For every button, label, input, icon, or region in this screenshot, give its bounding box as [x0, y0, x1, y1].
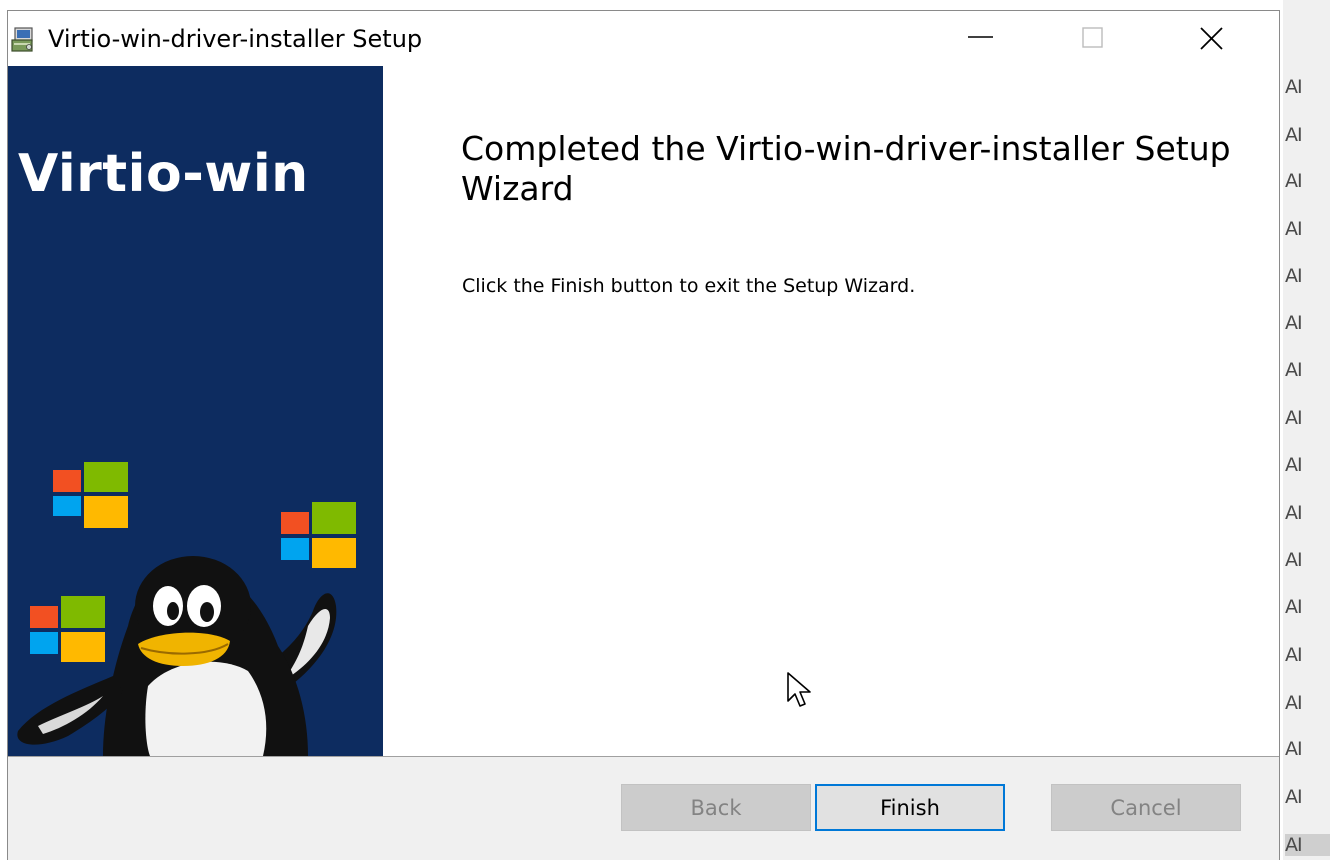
background-list-item: AI [1285, 692, 1303, 714]
background-list-item: AI [1285, 502, 1303, 524]
maximize-icon [1082, 27, 1103, 48]
installer-icon [11, 27, 33, 52]
wizard-banner: Virtio-win [8, 66, 383, 756]
background-list-item: AI [1285, 359, 1303, 381]
background-list-item-selected: AI [1285, 834, 1330, 856]
screen: AI AI AI AI AI AI AI AI AI AI AI AI AI A… [0, 0, 1330, 860]
background-list-item: AI [1285, 265, 1303, 287]
windows-logo-icon [53, 462, 128, 528]
windows-logo-icon [30, 596, 105, 662]
background-list-item: AI [1285, 454, 1303, 476]
background-list-item: AI [1285, 644, 1303, 666]
close-icon [1200, 27, 1223, 50]
back-button[interactable]: Back [621, 784, 811, 831]
background-list-item: AI [1285, 76, 1303, 98]
background-list-item: AI [1285, 549, 1303, 571]
window-title: Virtio-win-driver-installer Setup [48, 25, 423, 53]
background-list-item: AI [1285, 218, 1303, 240]
background-window-list: AI AI AI AI AI AI AI AI AI AI AI AI AI A… [1283, 0, 1330, 860]
page-heading: Completed the Virtio-win-driver-installe… [461, 129, 1231, 208]
instruction-text: Click the Finish button to exit the Setu… [462, 275, 916, 297]
button-bar: Back Finish Cancel [8, 756, 1279, 860]
finish-button[interactable]: Finish [815, 784, 1005, 831]
background-list-item: AI [1285, 312, 1303, 334]
setup-dialog: Virtio-win-driver-installer Setup Virtio… [7, 10, 1280, 860]
title-bar[interactable]: Virtio-win-driver-installer Setup [8, 11, 1279, 66]
windows-logo-icon [281, 502, 356, 568]
background-list-item: AI [1285, 786, 1303, 808]
background-list-item: AI [1285, 170, 1303, 192]
minimize-button[interactable] [933, 11, 1023, 66]
minimize-icon [968, 36, 993, 38]
background-list-item: AI [1285, 407, 1303, 429]
close-button[interactable] [1168, 11, 1258, 66]
banner-art [17, 462, 356, 756]
background-list-item: AI [1285, 596, 1303, 618]
mouse-cursor-icon [787, 672, 811, 707]
background-list-item: AI [1285, 124, 1303, 146]
maximize-button[interactable] [1048, 11, 1138, 66]
background-list-item: AI [1285, 738, 1303, 760]
cancel-button[interactable]: Cancel [1051, 784, 1241, 831]
